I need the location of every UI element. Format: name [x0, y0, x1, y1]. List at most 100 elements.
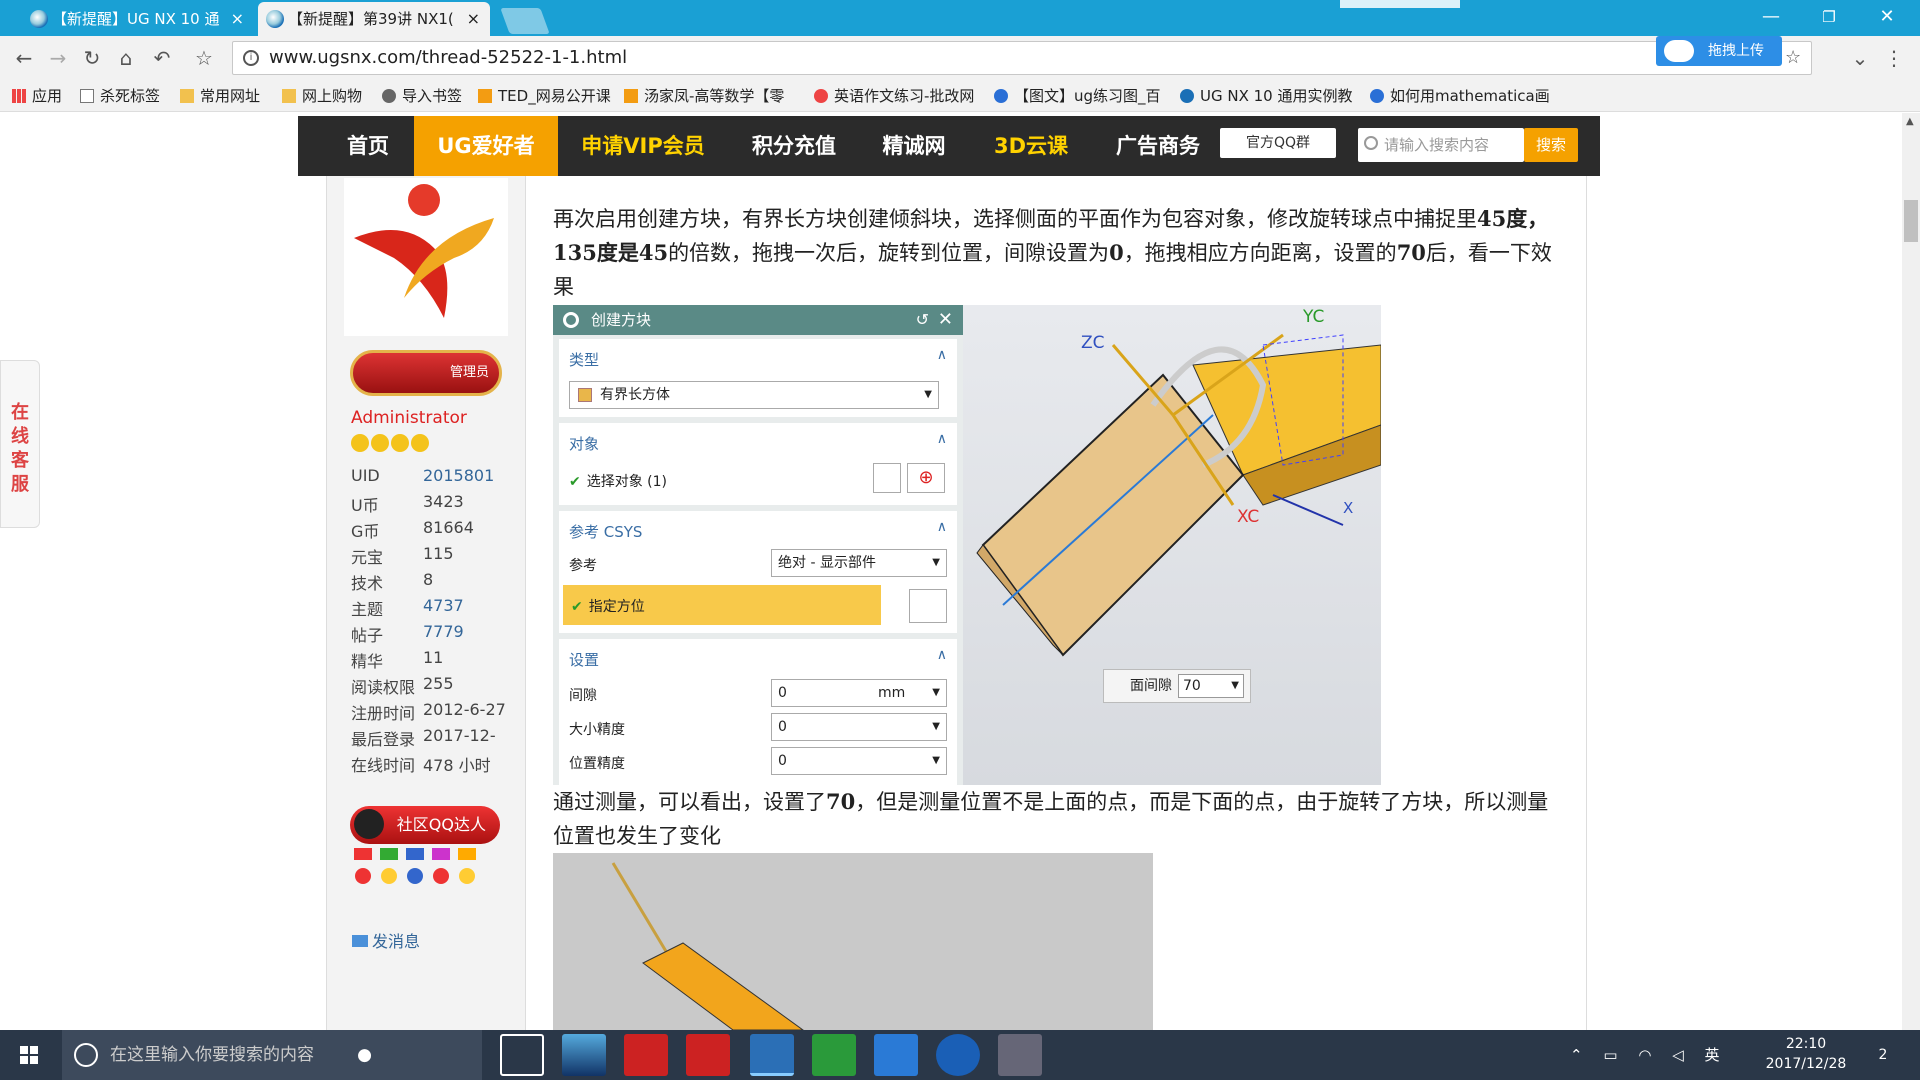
gap-input[interactable]: 0 mm ▼	[771, 679, 947, 707]
collapse-icon[interactable]: ∧	[937, 519, 947, 535]
star-icon	[411, 434, 429, 452]
forward-icon[interactable]: →	[44, 44, 72, 72]
k-app-icon[interactable]	[936, 1034, 980, 1076]
minimize-button[interactable]: —	[1742, 0, 1800, 34]
send-message-link[interactable]: 发消息	[352, 928, 420, 952]
site-info-icon[interactable]: i	[243, 50, 259, 66]
microphone-icon[interactable]: ●	[357, 1030, 372, 1080]
site-search-input[interactable]: 请输入搜索内容	[1358, 128, 1524, 162]
reset-icon[interactable]: ↺	[916, 305, 929, 335]
system-clock[interactable]: 22:10 2017/12/28	[1756, 1034, 1856, 1074]
collapse-icon[interactable]: ∧	[937, 347, 947, 363]
tab-close-icon[interactable]: ×	[231, 2, 244, 36]
nx-create-block-dialog: 创建方块 ↺ ✕ 类型 ∧ 有界长方体 ▼ 对象 ∧ ✔ 选择对象 (1) ⊕ 参考…	[553, 305, 963, 785]
bookmark-item[interactable]: 英语作文练习-批改网	[814, 80, 974, 112]
window-caption-area	[1340, 0, 1460, 8]
bookmark-item[interactable]: UG NX 10 通用实例教	[1180, 80, 1353, 112]
add-object-icon[interactable]	[873, 463, 901, 493]
nav-ads[interactable]: 广告商务	[1100, 116, 1216, 176]
browser-tab[interactable]: 【新提醒】UG NX 10 通 ×	[22, 2, 254, 36]
star-icon[interactable]: ☆	[1785, 42, 1801, 74]
task-view-icon[interactable]	[500, 1034, 544, 1076]
wifi-icon[interactable]: ◠	[1638, 1046, 1651, 1064]
start-button[interactable]	[0, 1030, 58, 1080]
tab-close-icon[interactable]: ×	[467, 2, 480, 36]
post-screenshot-measurement[interactable]	[553, 853, 1153, 1031]
nav-3d-course[interactable]: 3D云课	[976, 116, 1086, 176]
csys-icon[interactable]	[909, 589, 947, 623]
menu-icon[interactable]: ⋮	[1880, 44, 1908, 72]
bookmark-item[interactable]: 如何用mathematica画	[1370, 80, 1550, 112]
nav-home[interactable]: 首页	[328, 116, 408, 176]
bookmark-item[interactable]: 【图文】ug练习图_百	[994, 80, 1161, 112]
online-service-tab[interactable]: 在线客服	[0, 360, 40, 528]
face-gap-input[interactable]: 70 ▼	[1178, 674, 1244, 698]
crosshair-icon[interactable]: ⊕	[907, 463, 945, 493]
taskbar-search-box[interactable]: 在这里输入你要搜索的内容 ●	[62, 1030, 482, 1080]
home-icon[interactable]: ⌂	[112, 44, 140, 72]
text-run: 再次启用创建方块，有界长方块创建倾斜块，选择侧面的平面作为包容对象，修改旋转球点…	[553, 207, 1477, 231]
stat-value[interactable]: 4737	[423, 596, 464, 615]
close-icon[interactable]: ✕	[938, 305, 953, 335]
ime-indicator[interactable]: 英	[1705, 1046, 1720, 1064]
nx-graphics-viewport[interactable]: ZC YC XC X 面间隙 70 ▼	[963, 305, 1382, 785]
bookmark-folder[interactable]: 常用网址	[180, 80, 260, 112]
stat-label: 精华	[351, 652, 384, 671]
folder-icon	[180, 89, 194, 103]
bookmark-item[interactable]: 导入书签	[382, 80, 462, 112]
bookmark-item[interactable]: 杀死标签	[80, 80, 160, 112]
scroll-up-icon[interactable]: ▲	[1906, 116, 1914, 127]
bookmark-folder[interactable]: 网上购物	[282, 80, 362, 112]
bookmark-item[interactable]: 汤家凤-高等数学【零	[624, 80, 784, 112]
drag-upload-button[interactable]: 拖拽上传	[1656, 36, 1782, 66]
specify-orientation-row[interactable]: ✔ 指定方位	[563, 585, 881, 625]
spreadsheet-icon[interactable]	[812, 1034, 856, 1076]
nav-jingcheng[interactable]: 精诚网	[864, 116, 964, 176]
action-center-icon[interactable]: 2	[1868, 1040, 1898, 1070]
qq-group-button[interactable]: 官方QQ群	[1220, 128, 1336, 158]
chevron-down-icon: ▼	[932, 557, 940, 568]
bookmark-item[interactable]: TED_网易公开课	[478, 80, 611, 112]
close-window-button[interactable]: ✕	[1858, 0, 1916, 34]
new-tab-button[interactable]	[500, 8, 550, 34]
nav-recharge[interactable]: 积分充值	[734, 116, 854, 176]
show-hidden-icons-icon[interactable]: ⌃	[1570, 1046, 1583, 1064]
address-bar[interactable]: i www.ugsnx.com/thread-52522-1-1.html ☆	[232, 41, 1812, 75]
back-icon[interactable]: ←	[10, 44, 38, 72]
collapse-icon[interactable]: ∧	[937, 431, 947, 447]
nav-vip[interactable]: 申请VIP会员	[568, 116, 718, 176]
site-search-button[interactable]: 搜索	[1524, 128, 1578, 162]
reload-icon[interactable]: ↻	[78, 44, 106, 72]
reference-select[interactable]: 绝对 - 显示部件 ▼	[771, 549, 947, 577]
browser-tab-active[interactable]: 【新提醒】第39讲 NX1( ×	[258, 2, 490, 36]
volume-icon[interactable]: ◁	[1672, 1046, 1684, 1064]
stat-value[interactable]: 2015801	[423, 466, 494, 485]
ug-nx-app-icon[interactable]	[562, 1034, 606, 1076]
battery-icon[interactable]: ▭	[1603, 1046, 1617, 1064]
undo-icon[interactable]: ↶	[148, 44, 176, 72]
nav-ug-fans[interactable]: UG爱好者	[414, 116, 558, 176]
scrollbar[interactable]	[1902, 113, 1920, 1030]
wps-writer-icon[interactable]	[874, 1034, 918, 1076]
stat-value[interactable]: 7779	[423, 622, 464, 641]
baidu-paw-icon	[1370, 89, 1384, 103]
block-icon	[578, 388, 592, 402]
bookmark-apps[interactable]: 应用	[12, 80, 62, 112]
huawei-icon[interactable]	[686, 1034, 730, 1076]
username-link[interactable]: Administrator	[351, 408, 467, 428]
face-gap-handle[interactable]: 面间隙 70 ▼	[1103, 669, 1251, 703]
chrome-browser-icon[interactable]	[750, 1034, 794, 1076]
select-object-row[interactable]: ✔ 选择对象 (1)	[569, 471, 667, 491]
scrollbar-thumb[interactable]	[1904, 200, 1918, 242]
type-select[interactable]: 有界长方体 ▼	[569, 381, 939, 409]
extensions-chevron-icon[interactable]: ⌄	[1846, 44, 1874, 72]
size-precision-select[interactable]: 0 ▼	[771, 713, 947, 741]
stat-value: 2012-6-27	[423, 700, 506, 719]
acrobat-icon[interactable]	[624, 1034, 668, 1076]
collapse-icon[interactable]: ∧	[937, 647, 947, 663]
avatar[interactable]	[344, 178, 508, 336]
bookmark-star-icon[interactable]: ☆	[190, 44, 218, 72]
restore-button[interactable]: ❐	[1800, 0, 1858, 34]
media-app-icon[interactable]	[998, 1034, 1042, 1076]
position-precision-select[interactable]: 0 ▼	[771, 747, 947, 775]
